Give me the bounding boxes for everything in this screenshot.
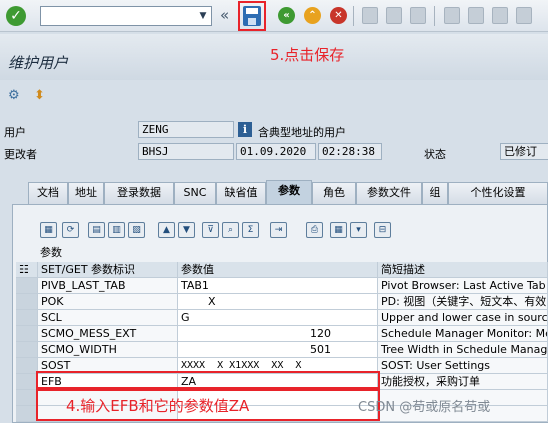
tab-groups[interactable]: 组 [422, 182, 448, 204]
row-selector[interactable] [16, 278, 38, 294]
enter-check-icon[interactable]: ✓ [6, 6, 26, 26]
next-page-icon[interactable] [492, 7, 508, 24]
collapse-command-field-button[interactable]: « [220, 6, 229, 24]
parameter-value-cell[interactable]: X [178, 294, 378, 310]
paste-icon[interactable]: ▧ [128, 222, 145, 238]
row-selector[interactable] [16, 358, 38, 374]
parameter-id-cell[interactable]: PIVB_LAST_TAB [38, 278, 178, 294]
tab-personalization[interactable]: 个性化设置 [448, 182, 548, 204]
find-icon[interactable] [386, 7, 402, 24]
parameter-value-cell[interactable]: 501 [178, 342, 378, 358]
filter-icon[interactable]: ⊽ [202, 222, 219, 238]
status-label: 状态 [424, 148, 446, 161]
page-title: 维护用户 [8, 54, 69, 72]
print-icon[interactable] [362, 7, 378, 24]
exit-icon[interactable]: ⌃ [304, 7, 321, 24]
status-field: 已修订 [500, 143, 548, 160]
tab-logon-data[interactable]: 登录数据 [104, 182, 174, 204]
cancel-icon[interactable]: ✕ [330, 7, 347, 24]
toolbar-separator [353, 6, 354, 26]
parameter-id-cell[interactable]: SCL [38, 310, 178, 326]
info-icon[interactable]: i [238, 122, 252, 137]
refresh-icon[interactable]: ⟳ [62, 222, 79, 238]
row-selector[interactable] [16, 294, 38, 310]
step5-annotation: 5.点击保存 [270, 46, 345, 64]
copy-icon[interactable]: ▤ [88, 222, 105, 238]
sort-ascending-icon[interactable]: ▲ [158, 222, 175, 238]
tools-icon[interactable]: ⚙ [8, 88, 26, 104]
parameter-value-cell[interactable]: TAB1 [178, 278, 378, 294]
find-next-icon[interactable] [410, 7, 426, 24]
table-row[interactable]: SCL G Upper and lower case in source co [16, 310, 548, 326]
cut-icon[interactable]: ▥ [108, 222, 125, 238]
parameter-id-cell[interactable]: SCMO_WIDTH [38, 342, 178, 358]
chevron-down-icon[interactable]: ▼ [195, 7, 211, 25]
command-field[interactable]: ▼ [40, 6, 212, 26]
watermark: CSDN @苟或原名苟或 [358, 400, 491, 415]
table-row[interactable]: PIVB_LAST_TAB TAB1 Pivot Browser: Last A… [16, 278, 548, 294]
sort-descending-icon[interactable]: ▼ [178, 222, 195, 238]
changed-by-field: BHSJ [138, 143, 234, 160]
table-row[interactable]: POK X PD: 视图（关键字、短文本、有效 [16, 294, 548, 310]
column-header-parameter-value[interactable]: 参数值 [178, 262, 378, 278]
efb-row-highlight-box [36, 371, 380, 389]
column-header-parameter-id[interactable]: SET/GET 参数标识 [38, 262, 178, 278]
description-cell: Schedule Manager Monitor: Messa [378, 326, 548, 342]
parameter-value-cell[interactable]: G [178, 310, 378, 326]
user-type-text: 含典型地址的用户 [258, 126, 346, 139]
save-highlight-box [238, 1, 266, 31]
delete-row-icon[interactable]: ⊟ [374, 222, 391, 238]
previous-page-icon[interactable] [468, 7, 484, 24]
sum-icon[interactable]: Σ [242, 222, 259, 238]
parameter-id-cell[interactable]: POK [38, 294, 178, 310]
tab-defaults[interactable]: 缺省值 [216, 182, 266, 204]
row-selector[interactable] [16, 310, 38, 326]
row-selector[interactable] [16, 326, 38, 342]
parameter-id-cell[interactable]: SCMO_MESS_EXT [38, 326, 178, 342]
last-page-icon[interactable] [516, 7, 532, 24]
back-icon[interactable]: « [278, 7, 295, 24]
row-selector[interactable] [16, 390, 38, 406]
tab-roles[interactable]: 角色 [312, 182, 356, 204]
description-cell: Tree Width in Schedule Manager M [378, 342, 548, 358]
step4-annotation: 4.输入EFB和它的参数值ZA [66, 397, 250, 415]
description-cell: SOST: User Settings [378, 358, 548, 374]
find-row-icon[interactable]: ⌕ [222, 222, 239, 238]
tab-snc[interactable]: SNC [174, 182, 216, 204]
print-list-icon[interactable]: ⎙ [306, 222, 323, 238]
tab-profiles[interactable]: 参数文件 [356, 182, 422, 204]
changed-by-label: 更改者 [4, 148, 37, 161]
layout-icon[interactable]: ▦ [330, 222, 347, 238]
tab-documentation[interactable]: 文档 [28, 182, 68, 204]
tab-parameters[interactable]: 参数 [266, 180, 312, 204]
table-row[interactable]: SCMO_MESS_EXT 120 Schedule Manager Monit… [16, 326, 548, 342]
select-all-icon[interactable]: ☷ [16, 262, 38, 278]
table-row[interactable]: SCMO_WIDTH 501 Tree Width in Schedule Ma… [16, 342, 548, 358]
description-cell: 功能授权，采购订单 [378, 374, 548, 390]
description-cell: Pivot Browser: Last Active Tab [378, 278, 548, 294]
grid-title: 参数 [40, 246, 62, 259]
details-icon[interactable]: ▦ [40, 222, 57, 238]
description-cell: PD: 视图（关键字、短文本、有效 [378, 294, 548, 310]
column-header-short-description[interactable]: 简短描述 [378, 262, 548, 278]
row-selector[interactable] [16, 374, 38, 390]
parameter-value-cell[interactable]: 120 [178, 326, 378, 342]
tab-address[interactable]: 地址 [68, 182, 104, 204]
user-label: 用户 [4, 126, 26, 139]
user-hierarchy-icon[interactable]: ⬍ [34, 88, 52, 104]
grid-header-row: ☷ SET/GET 参数标识 参数值 简短描述 [16, 262, 548, 278]
layout-dropdown-icon[interactable]: ▾ [350, 222, 367, 238]
row-selector[interactable] [16, 342, 38, 358]
first-page-icon[interactable] [444, 7, 460, 24]
user-field: ZENG [138, 121, 234, 138]
description-cell: Upper and lower case in source co [378, 310, 548, 326]
changed-time-field: 02:28:38 [318, 143, 382, 160]
export-icon[interactable]: ⇥ [270, 222, 287, 238]
row-selector[interactable] [16, 406, 38, 422]
application-toolbar [0, 84, 548, 110]
changed-date-field: 01.09.2020 [236, 143, 316, 160]
toolbar-separator [434, 6, 435, 26]
